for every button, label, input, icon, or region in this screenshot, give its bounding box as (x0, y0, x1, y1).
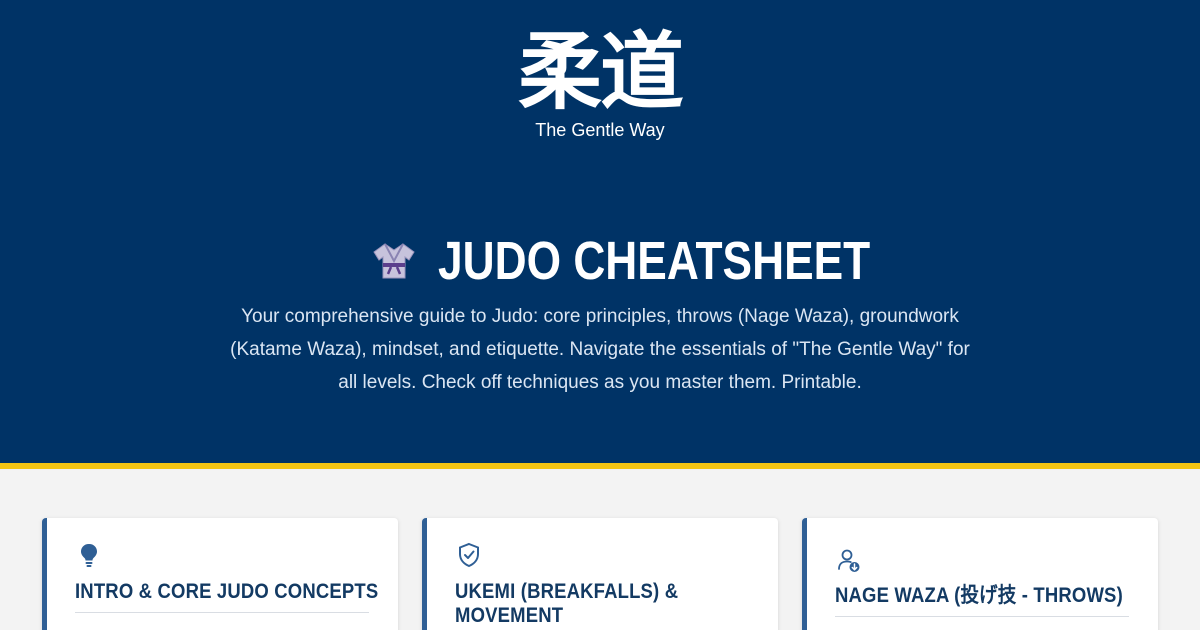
page-title-row: JUDO CHEATSHEET (0, 228, 1200, 294)
kanji-logo: 柔道 (517, 23, 684, 121)
section-card-intro[interactable]: INTRO & CORE JUDO CONCEPTS (42, 518, 398, 630)
card-divider (835, 616, 1129, 617)
section-card-nage-waza[interactable]: NAGE WAZA (投げ技 - THROWS) (802, 518, 1158, 630)
lightbulb-icon (81, 544, 97, 567)
card-title-nage-waza: NAGE WAZA (投げ技 - THROWS) (835, 584, 1123, 607)
page-description: Your comprehensive guide to Judo: core p… (230, 306, 970, 393)
kanji-subtitle: The Gentle Way (535, 120, 665, 140)
judo-gi-icon (373, 243, 415, 279)
card-divider (75, 612, 369, 613)
user-download-icon (838, 549, 860, 572)
section-card-ukemi[interactable]: UKEMI (BREAKFALLS) & MOVEMENT (422, 518, 778, 630)
hero-banner: 柔道 The Gentle Way JUDO CHEATSHEET Your c… (0, 0, 1200, 463)
page-title: JUDO CHEATSHEET (438, 231, 871, 291)
accent-divider (0, 463, 1200, 469)
card-title-ukemi: UKEMI (BREAKFALLS) & MOVEMENT (455, 580, 679, 627)
shield-check-icon (459, 542, 479, 568)
card-title-intro: INTRO & CORE JUDO CONCEPTS (75, 580, 379, 603)
